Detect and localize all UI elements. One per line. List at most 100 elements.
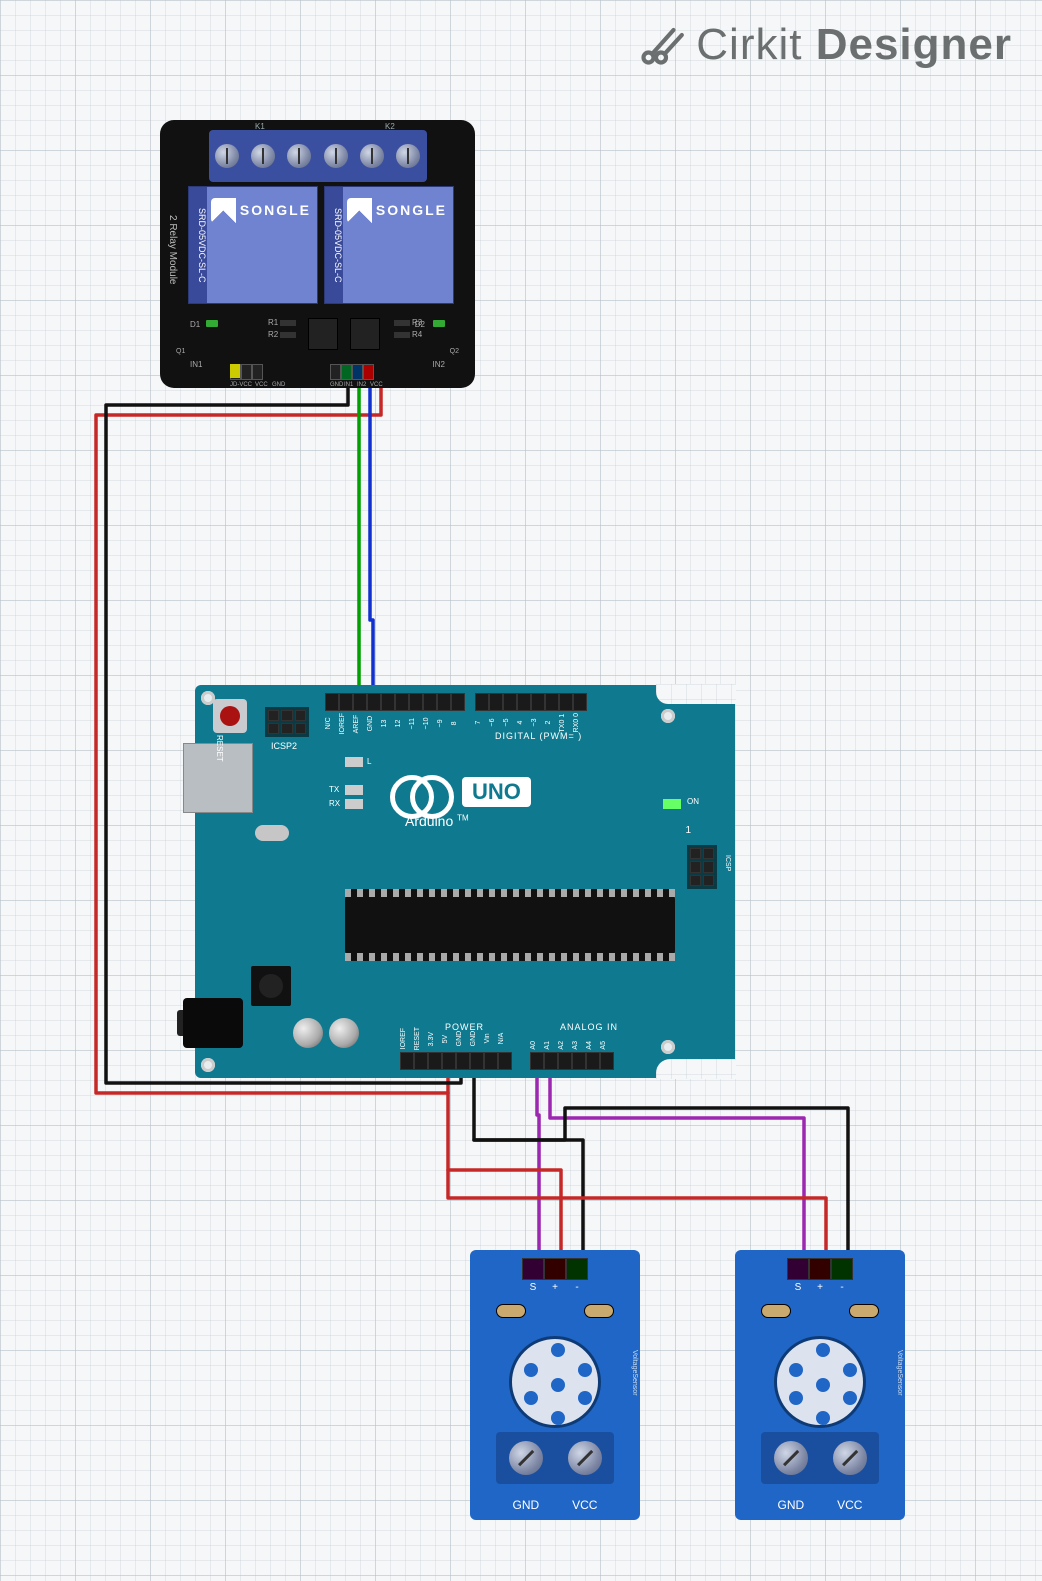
uno-pin-label: A4: [586, 1041, 600, 1050]
vs-header: [522, 1258, 588, 1280]
icsp-label: ICSP: [724, 855, 731, 871]
uno-pin-label: TX0 1: [559, 713, 573, 732]
uno-pin-label: ~11: [409, 713, 423, 734]
uno-pin: [531, 693, 545, 711]
uno-pin: [428, 1052, 442, 1070]
icsp2-label: ICSP2: [271, 741, 297, 751]
relay-in1-label: IN1: [190, 360, 202, 369]
uno-pin: [367, 693, 381, 711]
uno-pin: [325, 693, 339, 711]
vs-screw-terminal: [496, 1432, 614, 1484]
relay-brand-text: SONGLE: [376, 202, 447, 218]
logo-text: Cirkit Designer: [696, 20, 1012, 70]
uno-pin-label: A1: [544, 1041, 558, 1050]
atmega-dip-icon: [345, 895, 675, 955]
uno-pin: [545, 693, 559, 711]
resistor-icon: [496, 1304, 526, 1318]
uno-pin: [437, 693, 451, 711]
relay-screw: [324, 144, 348, 168]
uno-model: UNO: [462, 777, 531, 807]
led-on-label: ON: [687, 797, 699, 806]
relay-module[interactable]: K1 K2 2 Relay Module SRD-05VDC-SL-C SONG…: [160, 120, 475, 388]
vs-screw-terminal: [761, 1432, 879, 1484]
relay-pin: [252, 364, 263, 380]
reset-button[interactable]: [213, 699, 247, 733]
resistor-icon: [849, 1304, 879, 1318]
logo-icon: [636, 20, 686, 70]
arduino-logo: UNO: [390, 775, 531, 809]
uno-pin-label: IOREF: [339, 713, 353, 734]
uno-pin: [559, 693, 573, 711]
vs-term-labels: GND VCC: [496, 1498, 614, 1512]
wire-relay-in2: [370, 388, 373, 695]
led-tx-label: TX: [329, 785, 339, 794]
wire-vs1-vcc: [448, 1093, 561, 1256]
power-header: [400, 1052, 512, 1070]
relay-right-vcc: VCC: [370, 382, 383, 388]
vs-vcc-label: VCC: [572, 1498, 597, 1512]
relay-pin-vcc: [363, 364, 374, 380]
relay-optocouplers: [308, 318, 380, 350]
relay-side-title: 2 Relay Module: [164, 190, 178, 310]
vs-pin-plus: [809, 1258, 831, 1280]
relay-r2-label: R2: [268, 330, 278, 339]
app-logo: Cirkit Designer: [636, 20, 1012, 70]
uno-pin-label: ~6: [489, 713, 503, 732]
icsp-header: [687, 845, 717, 889]
uno-pin: [414, 1052, 428, 1070]
crystal-icon: [255, 825, 289, 841]
logo-product: Designer: [816, 20, 1012, 69]
uno-pin-label: N/A: [498, 1027, 512, 1050]
led-rx: [345, 799, 363, 809]
capacitor-icon: [293, 1018, 323, 1048]
uno-pin: [381, 693, 395, 711]
relay-r3: [394, 320, 410, 326]
uno-pin-label: Vin: [484, 1027, 498, 1050]
relay-brand: SONGLE: [347, 193, 447, 227]
uno-pin: [353, 693, 367, 711]
analog-header: [530, 1052, 614, 1070]
arduino-uno[interactable]: RESET ICSP2 ICSP 1 L TX RX ON UNO Arduin…: [195, 685, 735, 1078]
vs-header-labels: S + -: [522, 1282, 588, 1293]
relay-left-gnd: GND: [272, 382, 285, 388]
uno-pin-label: 2: [545, 713, 559, 732]
voltage-sensor-1[interactable]: S + - VoltageSensor GND VCC: [470, 1250, 640, 1520]
wire-vs2-s: [550, 1070, 804, 1256]
vs-plus-label: +: [809, 1282, 831, 1293]
uno-pin-label: IOREF: [400, 1027, 414, 1050]
uno-pin: [400, 1052, 414, 1070]
uno-pin: [470, 1052, 484, 1070]
arduino-tm: TM: [457, 813, 469, 822]
uno-pin: [484, 1052, 498, 1070]
uno-pin-label: 7: [475, 713, 489, 732]
led-tx: [345, 785, 363, 795]
vs-s-label: S: [522, 1282, 544, 1293]
uno-pin-label: ~5: [503, 713, 517, 732]
relay-partno: SRD-05VDC-SL-C: [325, 187, 343, 303]
board-cutout: [656, 684, 736, 704]
digital-labels-2: 7~6~54~32TX0 1RX0 0: [475, 713, 587, 732]
barrel-jack-icon: [183, 998, 243, 1048]
uno-pin: [573, 693, 587, 711]
relay-q2: Q2: [450, 348, 459, 355]
voltage-sensor-2[interactable]: S + - VoltageSensor GND VCC: [735, 1250, 905, 1520]
relay-partno: SRD-05VDC-SL-C: [189, 187, 207, 303]
uno-pin-label: GND: [456, 1027, 470, 1050]
relay-pin-in2: [352, 364, 363, 380]
uno-pin-label: RX0 0: [573, 713, 587, 732]
uno-pin-label: A2: [558, 1041, 572, 1050]
relay-r1: [280, 320, 296, 326]
relay-swoosh-icon: [347, 198, 372, 223]
uno-pin: [451, 693, 465, 711]
uno-pin-label: AREF: [353, 713, 367, 734]
relay-right-gnd: GND: [330, 382, 343, 388]
digital-label: DIGITAL (PWM= ): [495, 731, 582, 741]
digital-header-2: [475, 693, 587, 711]
logo-brand: Cirkit: [696, 20, 802, 69]
digital-labels-1: N/CIOREFAREFGND1312~11~10~98: [325, 713, 465, 734]
vs-gnd-label: GND: [512, 1498, 539, 1512]
relay-screw: [215, 144, 239, 168]
relay-pin-in1: [341, 364, 352, 380]
vs-minus-label: -: [831, 1282, 853, 1293]
uno-pin-label: 13: [381, 713, 395, 734]
